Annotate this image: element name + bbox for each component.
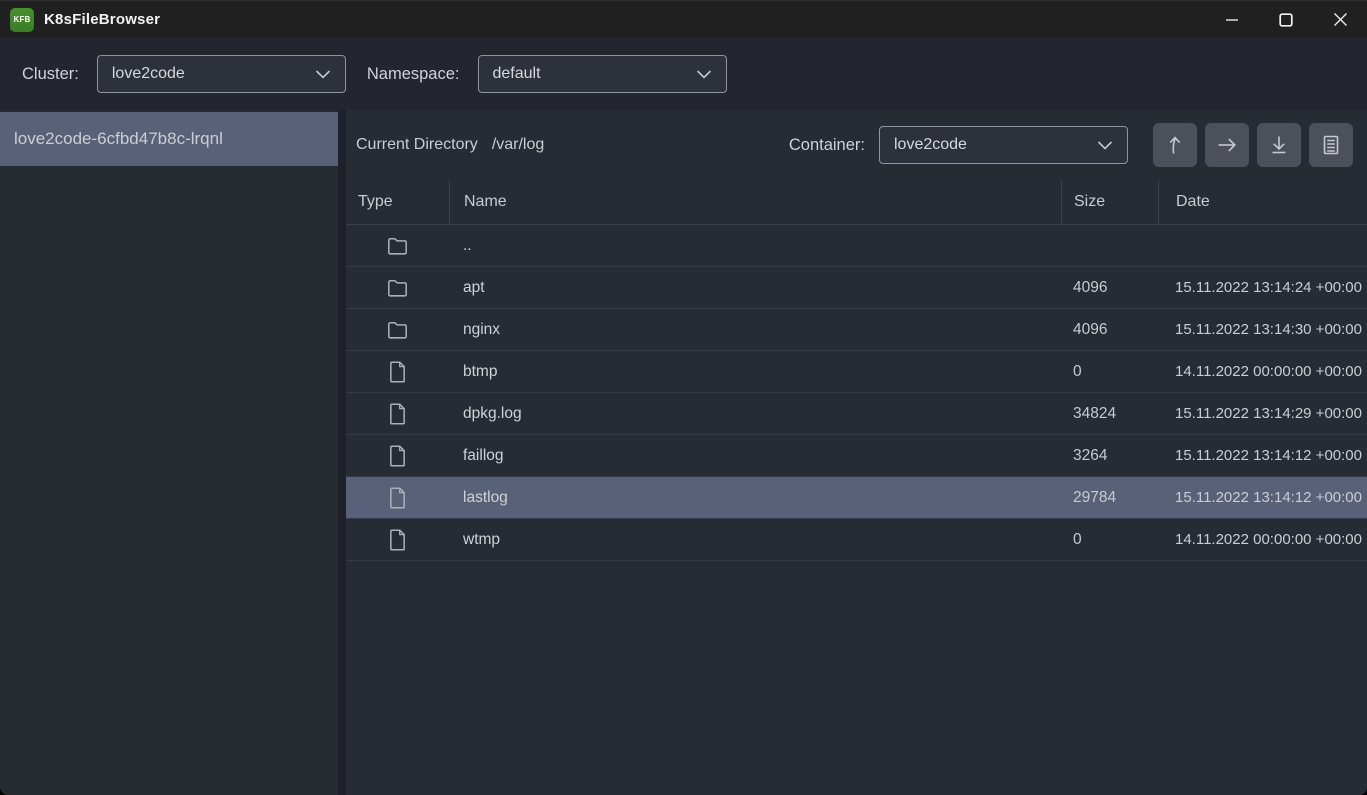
file-type-cell — [346, 486, 449, 510]
file-date: 15.11.2022 13:14:12 +00:00 — [1158, 447, 1367, 464]
action-buttons — [1153, 123, 1353, 167]
column-header-size[interactable]: Size — [1061, 180, 1158, 224]
file-name: .. — [449, 237, 1061, 255]
maximize-icon — [1279, 13, 1293, 27]
container-value: love2code — [894, 136, 967, 154]
pod-list: love2code-6cfbd47b8c-lrqnl — [0, 110, 338, 795]
table-row[interactable]: faillog 3264 15.11.2022 13:14:12 +00:00 — [346, 435, 1367, 477]
namespace-label: Namespace: — [367, 65, 460, 84]
file-size: 29784 — [1061, 489, 1158, 507]
file-size: 0 — [1061, 363, 1158, 381]
file-icon — [388, 528, 407, 552]
file-icon — [388, 360, 407, 384]
download-icon — [1267, 133, 1291, 157]
file-date: 14.11.2022 00:00:00 +00:00 — [1158, 363, 1367, 380]
app-logo-text: KFB — [13, 15, 30, 24]
file-size: 3264 — [1061, 447, 1158, 465]
file-size: 4096 — [1061, 279, 1158, 297]
file-date: 15.11.2022 13:14:30 +00:00 — [1158, 321, 1367, 338]
file-type-cell — [346, 444, 449, 468]
sidebar-divider — [338, 110, 346, 795]
pod-item[interactable]: love2code-6cfbd47b8c-lrqnl — [0, 112, 338, 166]
file-icon — [388, 486, 407, 510]
file-name: nginx — [449, 321, 1061, 339]
file-table-header: Type Name Size Date — [346, 180, 1367, 225]
follow-link-icon — [1215, 133, 1239, 157]
window-controls — [1205, 1, 1367, 38]
minimize-icon — [1225, 13, 1239, 27]
file-size: 34824 — [1061, 405, 1158, 423]
file-browser-pane: Current Directory /var/log Container: lo… — [346, 110, 1367, 795]
chevron-down-icon — [1097, 141, 1113, 150]
file-type-cell — [346, 319, 449, 340]
current-directory-label: Current Directory — [356, 136, 478, 154]
namespace-value: default — [493, 65, 541, 83]
download-button[interactable] — [1257, 123, 1301, 167]
file-size: 4096 — [1061, 321, 1158, 339]
file-type-cell — [346, 277, 449, 298]
container-dropdown[interactable]: love2code — [879, 126, 1128, 164]
app-window: KFB K8sFileBrowser — [0, 0, 1367, 795]
directory-header: Current Directory /var/log Container: lo… — [346, 110, 1367, 180]
file-type-cell — [346, 360, 449, 384]
column-header-type[interactable]: Type — [346, 180, 449, 224]
chevron-down-icon — [315, 70, 331, 79]
table-row[interactable]: apt 4096 15.11.2022 13:14:24 +00:00 — [346, 267, 1367, 309]
file-date: 15.11.2022 13:14:29 +00:00 — [1158, 405, 1367, 422]
navigate-up-icon — [1163, 133, 1187, 157]
column-header-date[interactable]: Date — [1158, 180, 1367, 224]
table-row[interactable]: btmp 0 14.11.2022 00:00:00 +00:00 — [346, 351, 1367, 393]
file-type-cell — [346, 235, 449, 256]
folder-icon — [386, 235, 409, 256]
minimize-button[interactable] — [1205, 1, 1259, 38]
table-row[interactable]: lastlog 29784 15.11.2022 13:14:12 +00:00 — [346, 477, 1367, 519]
file-icon — [388, 444, 407, 468]
file-type-cell — [346, 528, 449, 552]
file-icon — [388, 402, 407, 426]
file-size: 0 — [1061, 531, 1158, 549]
file-name: apt — [449, 279, 1061, 297]
table-row[interactable]: dpkg.log 34824 15.11.2022 13:14:29 +00:0… — [346, 393, 1367, 435]
current-directory-path: /var/log — [492, 136, 544, 154]
folder-icon — [386, 319, 409, 340]
titlebar: KFB K8sFileBrowser — [0, 0, 1367, 38]
cluster-label: Cluster: — [22, 65, 79, 84]
window-title: K8sFileBrowser — [44, 11, 160, 28]
table-row[interactable]: .. — [346, 225, 1367, 267]
table-row[interactable]: wtmp 0 14.11.2022 00:00:00 +00:00 — [346, 519, 1367, 561]
container-label: Container: — [789, 136, 865, 155]
navigate-up-button[interactable] — [1153, 123, 1197, 167]
close-icon — [1333, 12, 1348, 27]
namespace-dropdown[interactable]: default — [478, 55, 727, 93]
folder-icon — [386, 277, 409, 298]
follow-link-button[interactable] — [1205, 123, 1249, 167]
file-table-body: .. apt 4096 15.11.2022 13:14:24 +00:00 n… — [346, 225, 1367, 795]
table-row[interactable]: nginx 4096 15.11.2022 13:14:30 +00:00 — [346, 309, 1367, 351]
file-date: 15.11.2022 13:14:12 +00:00 — [1158, 489, 1367, 506]
file-date: 14.11.2022 00:00:00 +00:00 — [1158, 531, 1367, 548]
column-header-name[interactable]: Name — [449, 180, 1061, 224]
file-name: wtmp — [449, 531, 1061, 549]
file-name: faillog — [449, 447, 1061, 465]
view-file-button[interactable] — [1309, 123, 1353, 167]
file-type-cell — [346, 402, 449, 426]
cluster-dropdown[interactable]: love2code — [97, 55, 346, 93]
file-name: dpkg.log — [449, 405, 1061, 423]
file-name: lastlog — [449, 489, 1061, 507]
app-logo-icon: KFB — [10, 8, 34, 32]
file-date: 15.11.2022 13:14:24 +00:00 — [1158, 279, 1367, 296]
view-file-icon — [1319, 133, 1343, 157]
cluster-toolbar: Cluster: love2code Namespace: default — [0, 38, 1367, 110]
close-button[interactable] — [1313, 1, 1367, 38]
chevron-down-icon — [696, 70, 712, 79]
maximize-button[interactable] — [1259, 1, 1313, 38]
cluster-value: love2code — [112, 65, 185, 83]
file-name: btmp — [449, 363, 1061, 381]
